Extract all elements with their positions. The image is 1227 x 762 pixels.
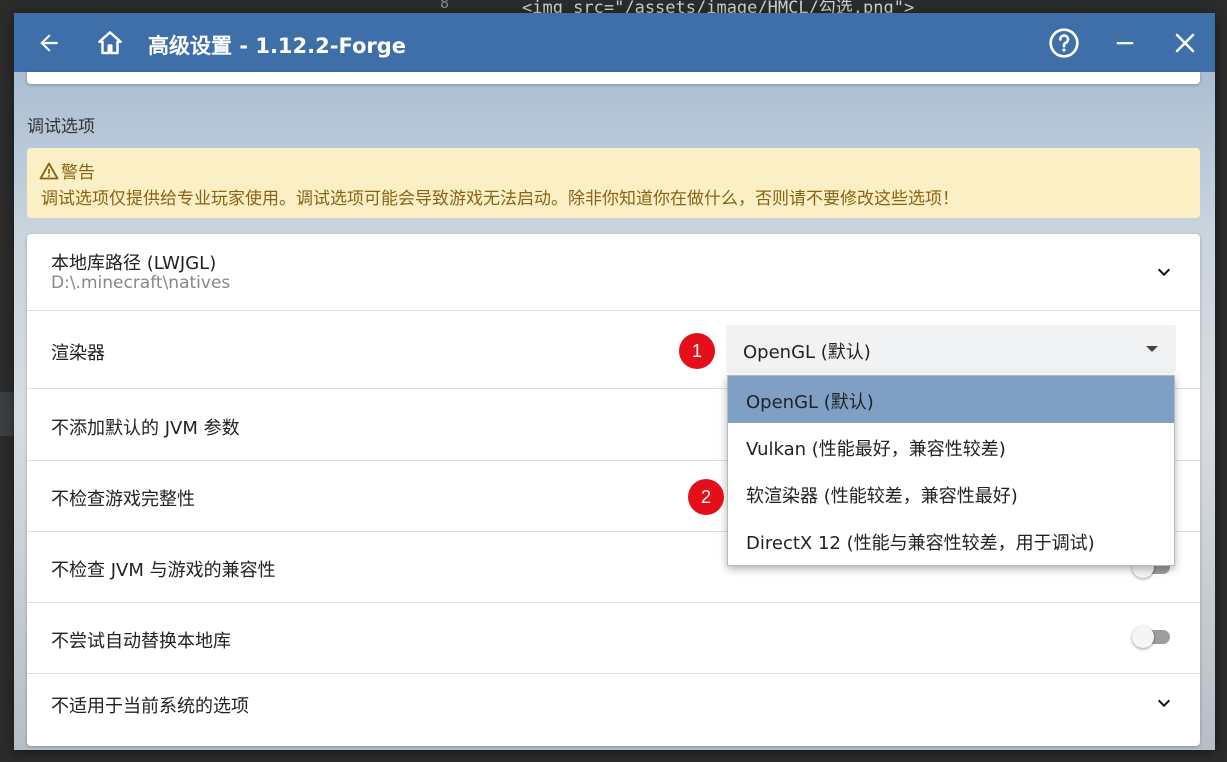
caret-down-icon (1146, 346, 1158, 352)
renderer-select[interactable]: OpenGL (默认) (726, 325, 1176, 373)
home-button[interactable] (85, 13, 135, 72)
close-icon (1175, 33, 1195, 52)
renderer-option-opengl[interactable]: OpenGL (默认) (728, 376, 1174, 423)
native-path-label: 本地库路径 (LWJGL) (51, 253, 217, 274)
editor-line-number: 8 (440, 0, 450, 12)
warning-header: 警告 (39, 158, 95, 183)
background-left-edge (0, 0, 14, 762)
help-icon (1049, 27, 1079, 58)
previous-card (27, 72, 1200, 84)
no-game-check-label: 不检查游戏完整性 (51, 489, 195, 510)
renderer-dropdown-menu: OpenGL (默认) Vulkan (性能最好，兼容性较差) 软渲染器 (性能… (727, 375, 1175, 566)
warning-icon (39, 162, 59, 179)
chevron-down-icon[interactable] (1156, 695, 1172, 711)
no-native-replace-toggle[interactable] (1132, 626, 1170, 648)
back-arrow-icon (40, 33, 58, 52)
native-path-value: D:\.minecraft\natives (51, 273, 231, 293)
no-jvm-check-label: 不检查 JVM 与游戏的兼容性 (51, 560, 276, 581)
minimize-icon (1116, 41, 1134, 44)
no-default-jvm-args-label: 不添加默认的 JVM 参数 (51, 418, 240, 439)
background-editor: 8 <img src="/assets/image/HMCL/勾选.png"> (0, 0, 1227, 18)
renderer-option-vulkan[interactable]: Vulkan (性能最好，兼容性较差) (728, 423, 1174, 470)
chevron-down-icon[interactable] (1156, 264, 1172, 280)
annotation-badge-1: 1 (679, 333, 715, 369)
settings-window: 高级设置 - 1.12.2-Forge 调试选项 警告 调试选项仅提供给专业玩家… (14, 13, 1215, 750)
renderer-option-directx12[interactable]: DirectX 12 (性能与兼容性较差，用于调试) (728, 517, 1174, 564)
section-title: 调试选项 (27, 117, 95, 137)
warning-box: 警告 调试选项仅提供给专业玩家使用。调试选项可能会导致游戏无法启动。除非你知道你… (27, 148, 1200, 218)
renderer-option-software[interactable]: 软渲染器 (性能较差，兼容性最好) (728, 470, 1174, 517)
annotation-badge-2: 2 (688, 479, 724, 515)
background-right-edge (1215, 0, 1227, 762)
unsupported-options-row[interactable]: 不适用于当前系统的选项 (27, 674, 1200, 746)
minimize-button[interactable] (1100, 13, 1150, 72)
warning-title: 警告 (61, 163, 95, 183)
renderer-label: 渲染器 (51, 343, 105, 364)
native-path-row[interactable]: 本地库路径 (LWJGL) D:\.minecraft\natives (27, 234, 1200, 311)
close-button[interactable] (1160, 13, 1210, 72)
titlebar: 高级设置 - 1.12.2-Forge (14, 13, 1215, 72)
warning-text: 调试选项仅提供给专业玩家使用。调试选项可能会导致游戏无法启动。除非你知道你在做什… (41, 189, 959, 209)
unsupported-options-label: 不适用于当前系统的选项 (51, 696, 249, 717)
window-title: 高级设置 - 1.12.2-Forge (148, 34, 407, 58)
home-icon (98, 30, 122, 54)
no-native-replace-row: 不尝试自动替换本地库 (27, 603, 1200, 674)
back-button[interactable] (24, 13, 74, 72)
no-native-replace-label: 不尝试自动替换本地库 (51, 631, 231, 652)
help-button[interactable] (1039, 13, 1089, 72)
renderer-selected-value: OpenGL (默认) (743, 342, 871, 363)
